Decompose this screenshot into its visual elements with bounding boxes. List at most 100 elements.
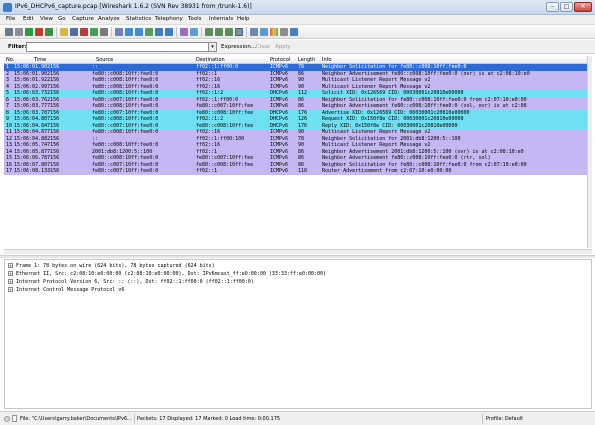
- detail-tree-label: Internet Control Message Protocol v6: [16, 287, 125, 293]
- detail-tree-row[interactable]: + Ethernet II, Src: c2:08:10:e0:00:00 (c2…: [8, 271, 326, 278]
- detail-tree-row[interactable]: + Internet Control Message Protocol v6: [8, 287, 124, 294]
- open-file-icon[interactable]: [60, 28, 68, 36]
- toolbar-separator: [246, 27, 247, 37]
- back-icon[interactable]: [125, 28, 133, 36]
- interfaces-icon[interactable]: [5, 28, 13, 36]
- detail-tree-label: Frame 1: 78 bytes on wire (624 bits), 78…: [16, 263, 215, 269]
- colorize-icon[interactable]: [180, 28, 188, 36]
- packet-list-header: No. Time Source Destination Protocol Len…: [4, 56, 592, 64]
- cell-info: Router Advertisement from c2:07:10:e0:00…: [322, 168, 452, 174]
- capture-file-properties-icon[interactable]: [12, 415, 17, 422]
- clear-button[interactable]: Clear: [256, 44, 270, 50]
- cell-length: 118: [298, 168, 308, 174]
- title-bar: IPv6_DHCPv6_capture.pcap [Wireshark 1.6.…: [0, 0, 595, 15]
- menu-internals[interactable]: Internals: [209, 16, 233, 22]
- column-header-destination[interactable]: Destination: [196, 57, 225, 63]
- toolbar-separator: [201, 27, 202, 37]
- cell-time: 15:06:08.133156: [14, 168, 60, 174]
- packet-list-vertical-scrollbar[interactable]: [587, 56, 592, 248]
- last-packet-icon[interactable]: [165, 28, 173, 36]
- menu-bar: File Edit View Go Capture Analyze Statis…: [0, 15, 595, 25]
- normal-size-icon[interactable]: [225, 28, 233, 36]
- menu-tools[interactable]: Tools: [188, 16, 202, 22]
- table-row[interactable]: 17 15:06:08.133156 fe80::c007:10ff:fee0:0 f…: [4, 168, 587, 175]
- autoscroll-icon[interactable]: [190, 28, 198, 36]
- options-icon[interactable]: [15, 28, 23, 36]
- toolbar-separator: [111, 27, 112, 37]
- maximize-button[interactable]: □: [560, 2, 573, 12]
- detail-tree-label: Ethernet II, Src: c2:08:10:e0:00:00 (c2:…: [16, 271, 327, 277]
- status-separator: [134, 414, 135, 424]
- cell-source: fe80::c007:10ff:fee0:0: [92, 168, 159, 174]
- expand-icon[interactable]: +: [8, 263, 13, 268]
- menu-view[interactable]: View: [40, 16, 53, 22]
- find-icon[interactable]: [115, 28, 123, 36]
- status-packets: Packets: 17 Displayed: 17 Marked: 0 Load…: [137, 416, 281, 422]
- restart-capture-icon[interactable]: [45, 28, 53, 36]
- start-capture-icon[interactable]: [25, 28, 33, 36]
- save-file-icon[interactable]: [70, 28, 78, 36]
- forward-icon[interactable]: [135, 28, 143, 36]
- menu-analyze[interactable]: Analyze: [98, 16, 120, 22]
- packet-details-pane: + Frame 1: 78 bytes on wire (624 bits), 7…: [4, 259, 592, 409]
- first-packet-icon[interactable]: [155, 28, 163, 36]
- column-header-length[interactable]: Length: [298, 57, 315, 63]
- cell-protocol: ICMPv6: [270, 168, 289, 174]
- menu-capture[interactable]: Capture: [72, 16, 94, 22]
- column-header-time[interactable]: Time: [34, 57, 46, 63]
- menu-help[interactable]: Help: [237, 16, 250, 22]
- column-header-protocol[interactable]: Protocol: [270, 57, 290, 63]
- cell-no: 17: [6, 168, 13, 174]
- stop-capture-icon[interactable]: [35, 28, 43, 36]
- capture-filters-icon[interactable]: [250, 28, 258, 36]
- status-separator: [482, 414, 483, 424]
- detail-tree-row[interactable]: + Frame 1: 78 bytes on wire (624 bits), 7…: [8, 263, 215, 270]
- close-file-icon[interactable]: [80, 28, 88, 36]
- display-filters-icon[interactable]: [260, 28, 268, 36]
- zoom-out-icon[interactable]: [215, 28, 223, 36]
- cell-destination: ff02::1: [196, 168, 218, 174]
- resize-columns-icon[interactable]: [235, 28, 243, 36]
- status-profile[interactable]: Profile: Default: [486, 416, 523, 422]
- filter-dropdown-button[interactable]: ▾: [208, 42, 217, 52]
- filter-label: Filter:: [8, 44, 27, 50]
- expand-icon[interactable]: +: [8, 279, 13, 284]
- close-button[interactable]: ✕: [574, 2, 592, 12]
- packet-list: 1 15:06:01.902156:: ff02::1:ff00:0 ICMPv6 78…: [4, 64, 592, 248]
- toolbar-separator: [176, 27, 177, 37]
- filter-input[interactable]: [26, 42, 212, 52]
- window-title: IPv6_DHCPv6_capture.pcap [Wireshark 1.6.…: [15, 3, 252, 10]
- column-header-info[interactable]: Info: [322, 57, 331, 63]
- expert-info-icon[interactable]: [4, 416, 10, 422]
- menu-file[interactable]: File: [6, 16, 15, 22]
- menu-statistics[interactable]: Statistics: [126, 16, 151, 22]
- goto-icon[interactable]: [145, 28, 153, 36]
- main-toolbar: [0, 25, 595, 39]
- detail-tree-label: Internet Protocol Version 6, Src: :: (::…: [16, 279, 254, 285]
- preferences-icon[interactable]: [280, 28, 288, 36]
- menu-edit[interactable]: Edit: [23, 16, 34, 22]
- apply-button[interactable]: Apply: [275, 44, 291, 50]
- packet-list-horizontal-scrollbar[interactable]: [4, 249, 592, 254]
- minimize-button[interactable]: –: [546, 2, 559, 12]
- help-icon[interactable]: [290, 28, 298, 36]
- expression-button[interactable]: Expression...: [221, 44, 256, 50]
- expand-icon[interactable]: +: [8, 287, 13, 292]
- column-header-source[interactable]: Source: [96, 57, 113, 63]
- display-filter-bar: Filter: ▾ Expression... Clear Apply: [0, 40, 595, 54]
- chevron-down-icon: ▾: [211, 44, 214, 50]
- reload-icon[interactable]: [90, 28, 98, 36]
- expand-icon[interactable]: +: [8, 271, 13, 276]
- menu-go[interactable]: Go: [58, 16, 66, 22]
- status-bar: File: "C:\Users\garry.baker\Documents\IP…: [0, 411, 595, 425]
- detail-tree-row[interactable]: + Internet Protocol Version 6, Src: :: (:…: [8, 279, 254, 286]
- menu-telephony[interactable]: Telephony: [155, 16, 183, 22]
- toolbar-separator: [56, 27, 57, 37]
- wireshark-app-icon: [3, 3, 12, 12]
- print-icon[interactable]: [100, 28, 108, 36]
- pane-splitter[interactable]: [0, 255, 595, 258]
- zoom-in-icon[interactable]: [205, 28, 213, 36]
- coloring-rules-icon[interactable]: [270, 28, 278, 36]
- status-file: File: "C:\Users\garry.baker\Documents\IP…: [20, 416, 132, 422]
- column-header-no[interactable]: No.: [6, 57, 14, 63]
